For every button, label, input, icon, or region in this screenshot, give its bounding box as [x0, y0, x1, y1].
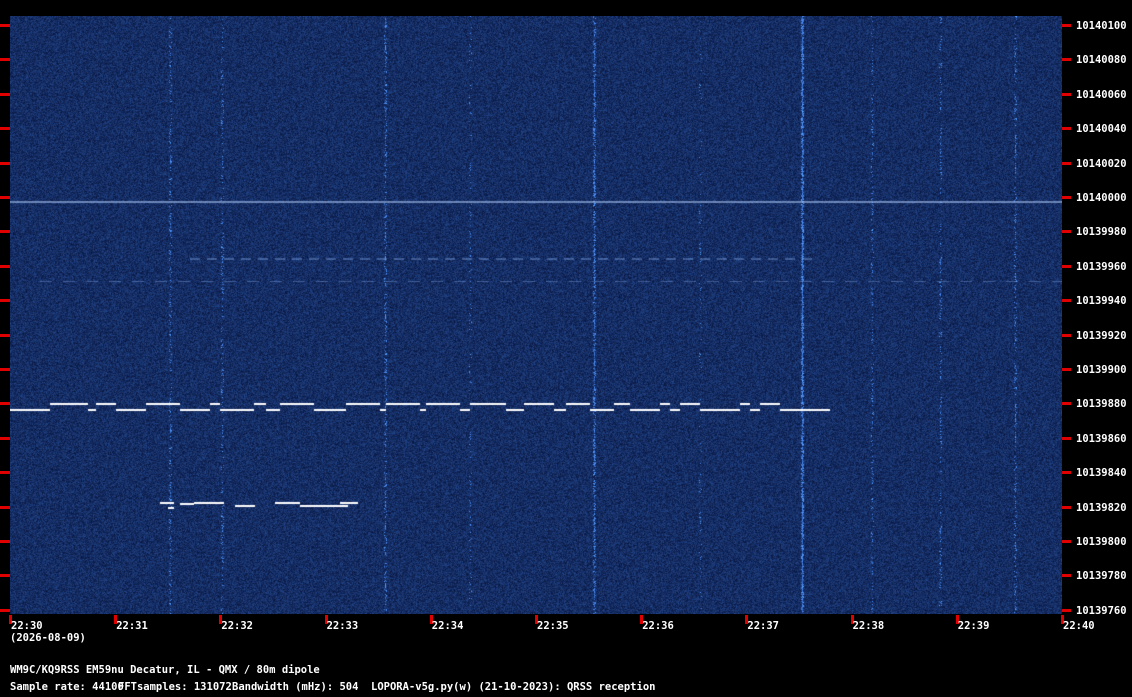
frequency-tick [1062, 92, 1071, 96]
fft-samples: FFTsamples: 131072 [118, 681, 232, 693]
time-label: 22:40 [1063, 620, 1095, 632]
software-info: LOPORA-v5g.py(w) (21-10-2023): QRSS rece… [371, 681, 656, 693]
frequency-tick [1062, 230, 1071, 234]
frequency-label: 10140040 [1076, 123, 1127, 136]
frequency-tick [1062, 196, 1071, 199]
frequency-tick [0, 24, 10, 27]
time-label: 22:32 [221, 620, 253, 632]
frequency-label: 10139880 [1076, 398, 1127, 411]
frequency-tick [0, 574, 10, 578]
time-label: 22:37 [747, 620, 779, 632]
time-label: 22:33 [326, 620, 359, 632]
frequency-tick [0, 540, 10, 543]
frequency-tick [1062, 540, 1071, 543]
frequency-tick [1062, 505, 1071, 509]
frequency-tick [0, 230, 10, 234]
frequency-label: 10139760 [1076, 604, 1127, 617]
frequency-label: 10140000 [1076, 192, 1127, 204]
waterfall-spectrogram [10, 16, 1062, 614]
frequency-label: 10139960 [1076, 260, 1127, 273]
station-info: WM9C/KQ9RSS EM59nu Decatur, IL - QMX / 8… [10, 664, 320, 676]
frequency-label: 10139820 [1076, 501, 1127, 514]
frequency-tick [1062, 127, 1071, 131]
bandwidth: Bandwidth (mHz): 504 [232, 681, 359, 693]
frequency-tick [1062, 608, 1071, 612]
frequency-label: 10139920 [1076, 329, 1127, 342]
frequency-tick [0, 436, 10, 440]
frequency-tick [0, 196, 10, 199]
sample-rate: Sample rate: 44100 [10, 681, 124, 693]
frequency-tick [0, 402, 10, 406]
frequency-tick [0, 127, 10, 131]
frequency-label: 10139800 [1076, 536, 1127, 548]
time-label: 22:34 [431, 620, 464, 632]
date-label: (2026-08-09) [10, 632, 86, 644]
frequency-tick [0, 58, 10, 62]
time-label: 22:30 [11, 620, 43, 632]
frequency-tick [1062, 24, 1071, 27]
frequency-label: 10140100 [1076, 20, 1127, 32]
frequency-tick [1062, 333, 1071, 337]
frequency-label: 10139860 [1076, 432, 1127, 445]
time-label: 22:38 [852, 620, 885, 632]
frequency-tick [0, 471, 10, 475]
frequency-label: 10139840 [1076, 467, 1127, 480]
frequency-tick [0, 608, 10, 612]
frequency-tick [1062, 574, 1071, 578]
frequency-tick [1062, 368, 1071, 371]
time-label: 22:35 [537, 620, 569, 632]
frequency-tick [0, 368, 10, 371]
frequency-tick [0, 333, 10, 337]
frequency-tick [1062, 299, 1071, 303]
frequency-tick [0, 92, 10, 96]
frequency-label: 10140020 [1076, 157, 1127, 170]
frequency-label: 10139940 [1076, 295, 1127, 308]
time-label: 22:36 [642, 620, 674, 632]
frequency-tick [0, 264, 10, 268]
frequency-tick [0, 505, 10, 509]
frequency-label: 10139980 [1076, 226, 1127, 239]
frequency-tick [1062, 436, 1071, 440]
frequency-label: 10140080 [1076, 54, 1127, 67]
frequency-tick [1062, 161, 1071, 165]
time-label: 22:39 [957, 620, 990, 632]
time-label: 22:31 [116, 620, 148, 632]
frequency-label: 10140060 [1076, 88, 1127, 101]
frequency-tick [1062, 264, 1071, 268]
frequency-tick [0, 299, 10, 303]
frequency-tick [0, 161, 10, 165]
frequency-tick [1062, 58, 1071, 62]
frequency-tick [1062, 402, 1071, 406]
frequency-label: 10139780 [1076, 570, 1127, 583]
frequency-label: 10139900 [1076, 364, 1127, 376]
frequency-tick [1062, 471, 1071, 475]
